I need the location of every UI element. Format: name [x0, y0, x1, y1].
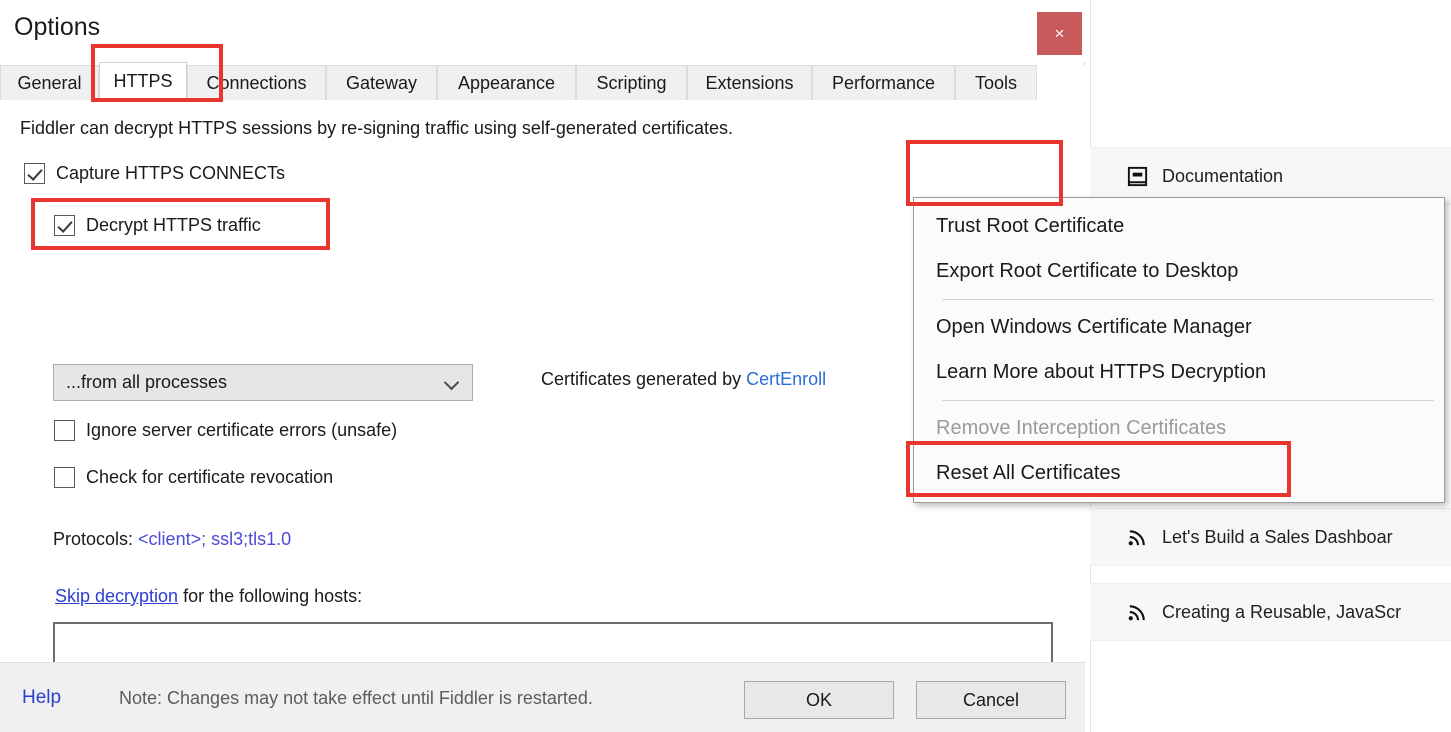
- process-filter-dropdown[interactable]: ...from all processes: [53, 364, 473, 401]
- screenshot-root: LEARN Documentation Let's Build a Sales …: [0, 0, 1451, 732]
- checkbox-box[interactable]: [54, 420, 75, 441]
- dialog-titlebar: Options ×: [0, 0, 1085, 62]
- menu-separator: [942, 299, 1434, 300]
- menu-item-reset-all-certificates[interactable]: Reset All Certificates: [914, 451, 1444, 496]
- checkbox-label: Decrypt HTTPS traffic: [86, 215, 261, 235]
- dialog-footer: Help Note: Changes may not take effect u…: [0, 662, 1085, 732]
- learn-row-label: Documentation: [1162, 165, 1284, 186]
- menu-item-export-root-certificate-to-desktop[interactable]: Export Root Certificate to Desktop: [914, 249, 1444, 294]
- checkbox-box[interactable]: [54, 215, 75, 236]
- certificate-engine-link[interactable]: CertEnroll: [746, 369, 826, 389]
- cancel-button[interactable]: Cancel: [916, 681, 1066, 719]
- checkbox-box[interactable]: [24, 163, 45, 184]
- tab-performance[interactable]: Performance: [812, 65, 955, 100]
- tab-general[interactable]: General: [0, 65, 99, 100]
- learn-row-sales-dashboard[interactable]: Let's Build a Sales Dashboar: [1090, 508, 1451, 566]
- menu-item-learn-more-about-https-decryption[interactable]: Learn More about HTTPS Decryption: [914, 350, 1444, 395]
- menu-item-open-windows-certificate-manager[interactable]: Open Windows Certificate Manager: [914, 305, 1444, 350]
- actions-dropdown-menu: Trust Root Certificate Export Root Certi…: [913, 197, 1445, 503]
- menu-item-remove-interception-certificates: Remove Interception Certificates: [936, 417, 1227, 439]
- skip-decryption-link[interactable]: Skip decryption: [55, 586, 178, 606]
- learn-row-reusable-javascript[interactable]: Creating a Reusable, JavaScr: [1090, 583, 1451, 641]
- checkbox-label: Ignore server certificate errors (unsafe…: [86, 420, 398, 440]
- protocols-label: Protocols:: [53, 529, 139, 549]
- menu-separator: [942, 400, 1434, 401]
- checkbox-capture-https-connects[interactable]: Capture HTTPS CONNECTs: [24, 163, 285, 184]
- ok-button[interactable]: OK: [744, 681, 894, 719]
- protocols-value[interactable]: <client>; ssl3;tls1.0: [138, 529, 291, 549]
- tab-tools[interactable]: Tools: [955, 65, 1037, 100]
- skip-decryption-line: Skip decryption for the following hosts:: [55, 586, 362, 607]
- certificates-generated-text: Certificates generated by CertEnroll: [541, 369, 826, 390]
- certificates-generated-prefix: Certificates generated by: [541, 369, 747, 389]
- tab-extensions[interactable]: Extensions: [687, 65, 812, 100]
- skip-decryption-rest: for the following hosts:: [178, 586, 363, 606]
- tab-appearance[interactable]: Appearance: [437, 65, 576, 100]
- process-filter-value: ...from all processes: [66, 372, 228, 392]
- tab-connections[interactable]: Connections: [187, 65, 326, 100]
- checkbox-ignore-server-certificate-errors[interactable]: Ignore server certificate errors (unsafe…: [54, 420, 397, 441]
- checkbox-check-for-certificate-revocation[interactable]: Check for certificate revocation: [54, 467, 333, 488]
- restart-note: Note: Changes may not take effect until …: [119, 688, 593, 708]
- tab-https[interactable]: HTTPS: [99, 62, 187, 101]
- checkbox-decrypt-https-traffic[interactable]: Decrypt HTTPS traffic: [54, 215, 261, 236]
- rss-icon: [1120, 526, 1154, 549]
- checkbox-label: Capture HTTPS CONNECTs: [56, 163, 286, 183]
- tab-scripting[interactable]: Scripting: [576, 65, 687, 100]
- tabstrip: General HTTPS Connections Gateway Appear…: [0, 62, 1085, 101]
- rss-icon: [1120, 601, 1154, 624]
- protocols-line: Protocols: <client>; ssl3;tls1.0: [53, 529, 291, 550]
- checkbox-label: Check for certificate revocation: [86, 467, 334, 487]
- help-link[interactable]: Help: [22, 687, 61, 709]
- panel-top-strip: [1091, 0, 1451, 62]
- checkbox-box[interactable]: [54, 467, 75, 488]
- tab-gateway[interactable]: Gateway: [326, 65, 437, 100]
- menu-item-trust-root-certificate[interactable]: Trust Root Certificate: [914, 204, 1444, 249]
- https-description: Fiddler can decrypt HTTPS sessions by re…: [20, 118, 733, 138]
- chevron-down-icon: [446, 377, 458, 389]
- book-icon: [1120, 165, 1154, 188]
- learn-row-label: Let's Build a Sales Dashboar: [1162, 526, 1393, 547]
- page-title: Options: [14, 13, 101, 41]
- learn-row-label: Creating a Reusable, JavaScr: [1162, 601, 1402, 622]
- close-icon[interactable]: ×: [1037, 12, 1082, 55]
